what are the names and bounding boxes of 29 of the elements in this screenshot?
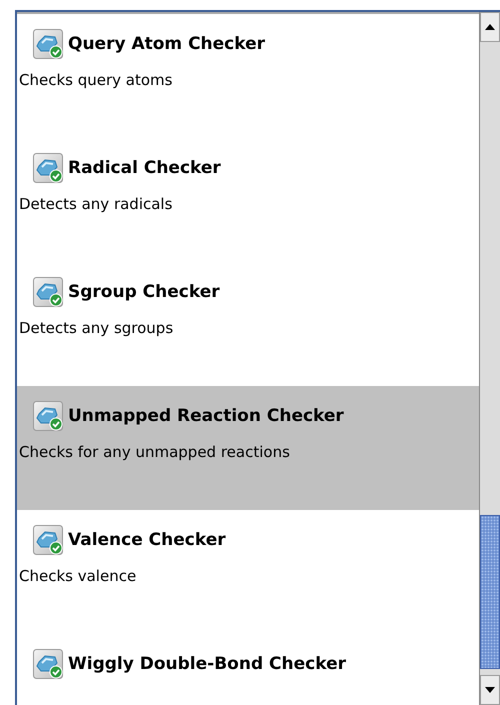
checker-icon (33, 29, 63, 59)
up-arrow-icon (485, 24, 495, 30)
down-arrow-icon (485, 687, 495, 693)
scrollbar-thumb[interactable] (480, 515, 500, 669)
checker-list-item[interactable]: Wiggly Double-Bond Checker (17, 634, 479, 705)
checker-icon (33, 277, 63, 307)
checker-description: Checks query atoms (19, 71, 174, 89)
checker-list-item[interactable]: Radical Checker Detects any radicals (17, 138, 479, 262)
checker-list-item[interactable]: Valence Checker Checks valence (17, 510, 479, 634)
checker-icon (33, 525, 63, 555)
scroll-down-button[interactable] (480, 675, 500, 705)
checker-title: Valence Checker (68, 530, 226, 550)
checker-icon (33, 401, 63, 431)
checker-icon (33, 153, 63, 183)
vertical-scrollbar[interactable] (479, 12, 500, 705)
checker-list-item[interactable]: Unmapped Reaction Checker Checks for any unmapped reactions (17, 386, 479, 510)
checker-title: Unmapped Reaction Checker (68, 406, 344, 426)
checker-title: Wiggly Double-Bond Checker (68, 654, 346, 674)
checker-description: Checks valence (19, 567, 138, 585)
checker-list-item[interactable]: Query Atom Checker Checks query atoms (17, 14, 479, 138)
scroll-up-button[interactable] (480, 12, 500, 42)
checker-title: Sgroup Checker (68, 282, 220, 302)
checker-description: Checks for any unmapped reactions (19, 443, 291, 461)
checker-description: Detects any sgroups (19, 319, 174, 337)
checker-title: Query Atom Checker (68, 34, 266, 54)
checker-icon (33, 649, 63, 679)
checker-list-item[interactable]: Sgroup Checker Detects any sgroups (17, 262, 479, 386)
checker-title: Radical Checker (68, 158, 221, 178)
checker-description: Detects any radicals (19, 195, 174, 213)
